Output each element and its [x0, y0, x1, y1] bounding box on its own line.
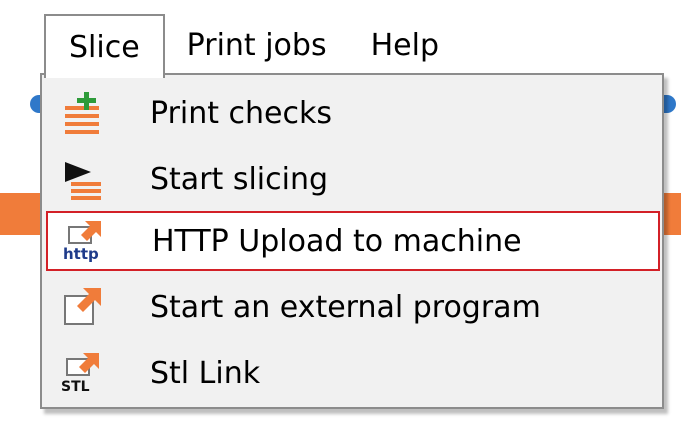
- toolbar-button-edge-right: [664, 95, 676, 113]
- menu-slice-label: Slice: [69, 29, 140, 65]
- menu-item-stl-link[interactable]: STL Stl Link: [46, 343, 660, 403]
- menu-item-start-slicing[interactable]: Start slicing: [46, 149, 660, 209]
- external-program-icon: [54, 284, 112, 330]
- menu-help-label: Help: [370, 27, 439, 63]
- menu-item-label: Start slicing: [150, 161, 329, 197]
- stl-link-icon: STL: [54, 350, 112, 396]
- http-icon-text: http: [63, 245, 99, 263]
- menu-item-label: Print checks: [150, 95, 333, 131]
- menu-item-print-checks[interactable]: Print checks: [46, 83, 660, 143]
- menu-print-jobs[interactable]: Print jobs: [165, 14, 349, 76]
- menu-help[interactable]: Help: [349, 14, 461, 76]
- menu-slice[interactable]: Slice: [44, 14, 165, 78]
- start-slicing-icon: [54, 156, 112, 202]
- print-checks-icon: [54, 90, 112, 136]
- menu-bar: Slice Print jobs Help: [44, 14, 461, 78]
- menu-item-label: Stl Link: [150, 355, 261, 391]
- menu-item-label: Start an external program: [150, 289, 541, 325]
- slice-dropdown-menu: Print checks Start slicing http HTTP Upl…: [40, 73, 664, 409]
- toolbar-button-edge-left: [30, 95, 40, 113]
- menu-item-http-upload[interactable]: http HTTP Upload to machine: [46, 211, 660, 271]
- menu-item-external-program[interactable]: Start an external program: [46, 277, 660, 337]
- http-upload-icon: http: [56, 218, 114, 264]
- menu-item-label: HTTP Upload to machine: [152, 223, 522, 259]
- menu-print-jobs-label: Print jobs: [186, 27, 327, 63]
- stl-icon-text: STL: [61, 379, 90, 395]
